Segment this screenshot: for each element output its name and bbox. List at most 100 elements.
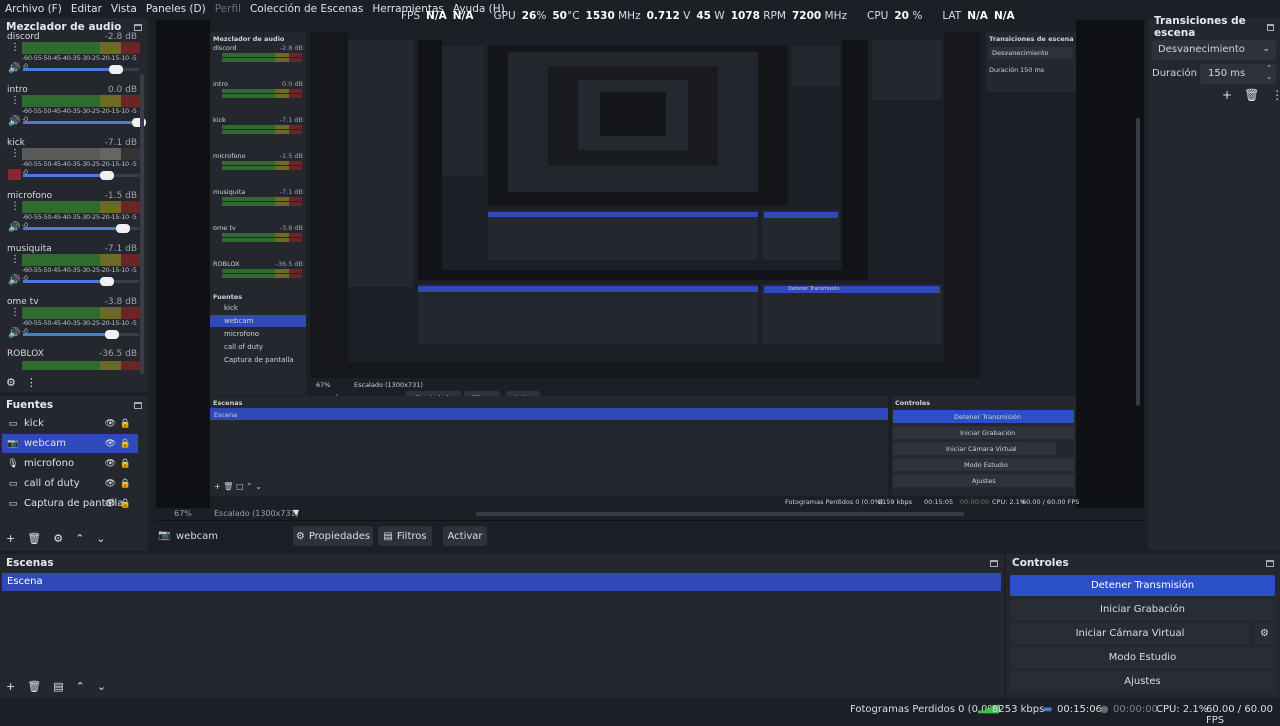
undock-icon[interactable] (990, 559, 998, 567)
nested-channel-db: -7.1 dB (279, 188, 303, 196)
window-icon: ▭ (8, 478, 18, 489)
more-options-icon[interactable]: ⋮ (10, 202, 20, 212)
stop-stream-button[interactable]: Detener Transmisión (1010, 575, 1275, 596)
menu-item[interactable]: Perfil (215, 3, 241, 15)
speaker-icon[interactable]: 🔊 (8, 222, 20, 233)
more-options-icon[interactable]: ⋮ (10, 308, 20, 318)
trash-icon[interactable]: 🗑 (27, 680, 41, 693)
volume-slider[interactable] (23, 118, 146, 127)
source-item-microfono[interactable]: 🎙 microfono 👁 🔒 (2, 454, 138, 473)
camera-icon: 📷 (158, 530, 171, 541)
speaker-icon[interactable]: 🔊 (8, 275, 20, 286)
source-item-captura-de-pantalla[interactable]: ▭ Captura de pantalla 👁 🔒 (2, 494, 138, 513)
eye-icon[interactable]: 👁 (105, 499, 116, 509)
eye-icon[interactable]: 👁 (105, 439, 116, 449)
scale-dropdown-icon[interactable]: ▼ (293, 508, 299, 517)
volume-slider[interactable] (23, 277, 139, 286)
trash-icon[interactable]: 🗑 (1244, 88, 1259, 102)
sources-title: Fuentes (6, 399, 54, 411)
slider-handle[interactable] (108, 65, 123, 74)
chevron-down-icon[interactable]: ⌄ (97, 680, 106, 693)
filters-button[interactable]: ▤ Filtros (378, 526, 432, 546)
gear-icon[interactable]: ⚙ (6, 376, 16, 389)
more-options-icon[interactable]: ⋮ (10, 43, 20, 53)
menu-item[interactable]: Archivo (F) (5, 3, 62, 15)
source-item-kick[interactable]: ▭ kick 👁 🔒 (2, 414, 138, 433)
chevron-up-icon[interactable]: ⌃ (75, 532, 84, 545)
nested-obs-level1: Mezclador de audio discord -2.8 dB intro 0.0… (210, 20, 1079, 510)
eye-icon[interactable]: 👁 (105, 419, 116, 429)
preview-vscrollbar[interactable] (1136, 118, 1140, 406)
undock-icon[interactable] (134, 23, 142, 31)
controls-title: Controles (1012, 557, 1069, 569)
preview-hscrollbar[interactable] (476, 512, 964, 516)
virtual-cam-settings-button[interactable]: ⚙ (1254, 623, 1275, 644)
mixer-scrollbar[interactable] (140, 74, 144, 374)
more-options-icon[interactable]: ⋮ (26, 376, 37, 389)
more-options-icon[interactable]: ⋮ (10, 149, 20, 159)
more-options-icon[interactable]: ⋮ (1271, 88, 1280, 102)
properties-button[interactable]: ⚙ Propiedades (293, 526, 373, 546)
eye-icon[interactable]: 👁 (105, 459, 116, 469)
record-icon: ● (1100, 704, 1109, 715)
chevron-up-icon[interactable]: ⌃ (76, 680, 85, 693)
settings-button[interactable]: Ajustes (1010, 671, 1275, 692)
menu-item[interactable]: Paneles (D) (146, 3, 206, 15)
source-item-webcam[interactable]: 📷 webcam 👁 🔒 (2, 434, 138, 453)
zoom-level[interactable]: 67% (174, 509, 192, 518)
source-item-call-of-duty[interactable]: ▭ call of duty 👁 🔒 (2, 474, 138, 493)
menu-item[interactable]: Colección de Escenas (250, 3, 363, 15)
eye-icon[interactable]: 👁 (105, 479, 116, 489)
scene-item[interactable]: Escena (2, 573, 1001, 591)
nested-virtual-cam: Iniciar Cámara Virtual (946, 445, 1017, 453)
start-recording-button[interactable]: Iniciar Grabación (1010, 599, 1275, 620)
nested-duration-value: 150 ms (1020, 66, 1045, 74)
trash-icon[interactable]: 🗑 (27, 532, 41, 545)
lock-icon[interactable]: 🔒 (120, 479, 131, 489)
status-stream-time: 00:15:06 (1057, 704, 1102, 715)
slider-handle[interactable] (99, 171, 114, 180)
add-icon[interactable]: + (6, 680, 15, 693)
more-options-icon[interactable]: ⋮ (10, 255, 20, 265)
more-options-icon[interactable]: ⋮ (10, 96, 20, 106)
lock-icon[interactable]: 🔒 (120, 439, 131, 449)
volume-slider[interactable] (23, 224, 139, 233)
activate-button[interactable]: Activar (443, 526, 487, 546)
slider-handle[interactable] (99, 277, 114, 286)
speaker-icon[interactable]: 🔊 (8, 328, 20, 339)
undock-icon[interactable] (1266, 559, 1274, 567)
lock-icon[interactable]: 🔒 (120, 459, 131, 469)
undock-icon[interactable] (134, 401, 142, 409)
filters-label: Filtros (396, 530, 427, 542)
lock-icon[interactable]: 🔒 (120, 419, 131, 429)
lock-icon[interactable]: 🔒 (120, 499, 131, 509)
menu-item[interactable]: Editar (71, 3, 102, 15)
slider-handle[interactable] (105, 330, 120, 339)
volume-slider[interactable] (23, 330, 139, 339)
speaker-icon[interactable]: 🔊 (8, 63, 20, 74)
duration-spinbox[interactable]: 150 ms ⌃ ⌄ (1200, 64, 1276, 84)
menu-item[interactable]: Vista (111, 3, 137, 15)
volume-slider[interactable] (23, 65, 139, 74)
start-virtual-cam-button[interactable]: Iniciar Cámara Virtual (1010, 623, 1250, 644)
nested-source-item: kick (224, 304, 238, 312)
transition-select[interactable]: Desvanecimiento ⌄ (1152, 40, 1276, 60)
nested-source-item: microfono (224, 330, 260, 338)
volume-slider[interactable] (23, 171, 139, 180)
transitions-title: Transiciones de escena (1154, 15, 1246, 39)
speaker-icon[interactable]: 🔊 (8, 116, 20, 127)
spin-arrows-icon[interactable]: ⌃ ⌄ (1266, 64, 1272, 82)
studio-mode-button[interactable]: Modo Estudio (1010, 647, 1275, 668)
slider-handle[interactable] (115, 224, 130, 233)
gear-icon[interactable]: ⚙ (53, 532, 63, 545)
chevron-down-icon[interactable]: ⌄ (96, 532, 105, 545)
mixer-channel: ome tv -3.8 dB ⋮ -60-55-50-45-40-35-30-25-2… (6, 297, 140, 349)
undock-icon[interactable] (1267, 23, 1274, 31)
monitor-icon: ▭ (8, 498, 18, 509)
muted-speaker-icon[interactable] (8, 169, 21, 180)
preview-canvas[interactable]: Mezclador de audio discord -2.8 dB intro 0.0… (156, 20, 1144, 521)
add-icon[interactable]: + (1222, 88, 1232, 102)
filter-icon[interactable]: ▤ (53, 680, 63, 693)
nested-transitions: Transiciones de escena Desvanecimiento D… (986, 32, 1076, 92)
add-icon[interactable]: + (6, 532, 15, 545)
